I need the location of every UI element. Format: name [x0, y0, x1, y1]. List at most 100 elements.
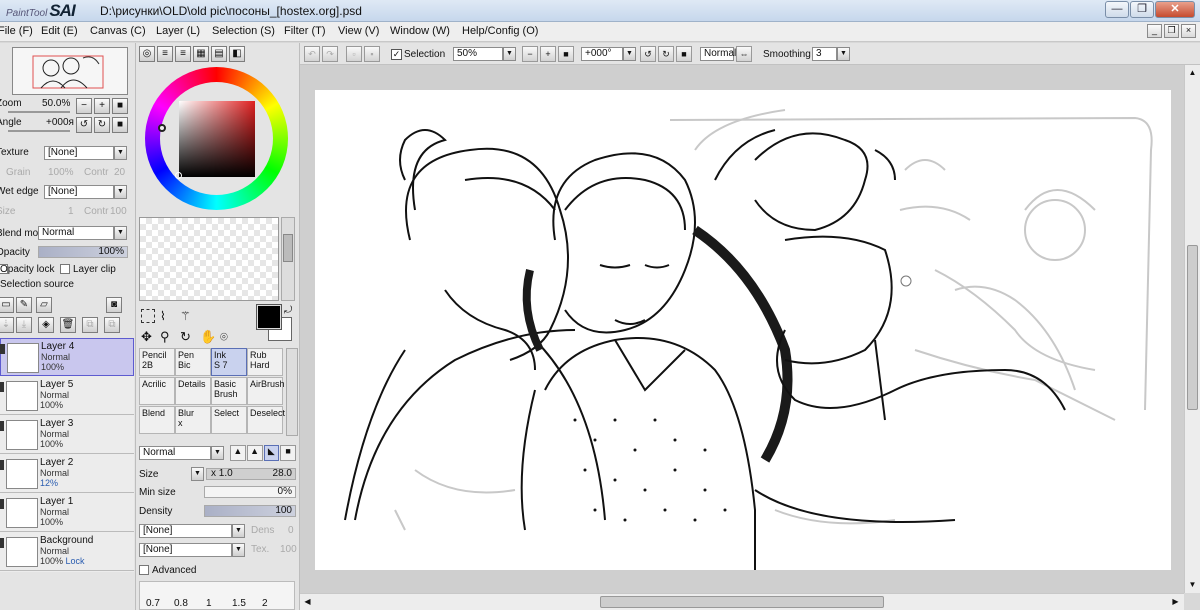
visibility-eye-icon[interactable]: [0, 382, 4, 392]
mdi-restore-icon[interactable]: ❐: [1164, 24, 1179, 38]
wet-edge-dropdown-icon[interactable]: ▼: [114, 185, 127, 199]
transfer-down-icon[interactable]: ⇣: [0, 317, 14, 333]
toolbar-rotate-left-icon[interactable]: ↺: [640, 46, 656, 62]
scroll-up-icon[interactable]: ▲: [1185, 65, 1200, 80]
eyedropper-icon[interactable]: ⌾: [220, 329, 228, 345]
zoom-dropdown-icon[interactable]: ▼: [503, 47, 516, 61]
brush-texture1-dropdown-icon[interactable]: ▼: [232, 524, 245, 538]
menu-file[interactable]: File (F): [0, 25, 33, 37]
shape-medium-icon[interactable]: ▲: [246, 445, 263, 461]
layer-clip-checkbox[interactable]: [60, 264, 70, 274]
color-wheel-mode-icon[interactable]: ◎: [139, 46, 155, 62]
smoothing-select[interactable]: 3: [812, 47, 837, 61]
toolbar-zoom-out-icon[interactable]: −: [522, 46, 538, 62]
size-preset[interactable]: 0.8: [174, 598, 188, 609]
wet-edge-select[interactable]: [None]: [44, 185, 114, 199]
zoom-select[interactable]: 50%: [453, 47, 503, 61]
brush-texture2-select[interactable]: [None]: [139, 543, 232, 557]
angle-select[interactable]: +000°: [581, 47, 623, 61]
magic-wand-icon[interactable]: ⚚: [180, 309, 191, 323]
foreground-color-swatch[interactable]: [256, 304, 282, 330]
scroll-right-icon[interactable]: ▶: [1168, 594, 1183, 609]
brush-texture1-select[interactable]: [None]: [139, 524, 232, 538]
tool-pencil[interactable]: Pencil 2B: [139, 348, 175, 376]
tool-ink[interactable]: Ink S 7: [211, 348, 247, 376]
canvas-horizontal-scrollbar[interactable]: ◀ ▶: [300, 593, 1184, 610]
swatches-mode-icon[interactable]: ▦: [193, 46, 209, 62]
saturation-value-square[interactable]: [179, 101, 255, 177]
toolbar-zoom-reset-icon[interactable]: ■: [558, 46, 574, 62]
brush-mode-select[interactable]: Normal: [139, 446, 211, 460]
scratchpad-scrollbar[interactable]: [281, 217, 295, 301]
tool-deselect[interactable]: Deselect: [247, 406, 285, 434]
navigator-preview[interactable]: [12, 47, 128, 95]
toolbar-zoom-in-icon[interactable]: +: [540, 46, 556, 62]
scroll-down-icon[interactable]: ▼: [1185, 577, 1200, 592]
menu-filter[interactable]: Filter (T): [284, 25, 326, 37]
min-size-slider[interactable]: 0%: [204, 486, 296, 498]
size-multiplier-dropdown-icon[interactable]: ▼: [191, 467, 204, 481]
layer-row[interactable]: Layer 5 Normal 100%: [0, 377, 134, 415]
rotate-right-button[interactable]: ↻: [94, 117, 110, 133]
zoom-slider[interactable]: [8, 111, 70, 113]
angle-dropdown-icon[interactable]: ▼: [623, 47, 636, 61]
tool-select[interactable]: Select: [211, 406, 247, 434]
menu-selection[interactable]: Selection (S): [212, 25, 275, 37]
layer-row[interactable]: Background Normal 100% Lock: [0, 533, 134, 571]
advanced-checkbox[interactable]: [139, 565, 149, 575]
tool-blur[interactable]: Blur x: [175, 406, 211, 434]
menu-help[interactable]: Help/Config (O): [462, 25, 538, 37]
lasso-icon[interactable]: ⌇: [160, 309, 166, 323]
layer-row[interactable]: Layer 2 Normal 12%: [0, 455, 134, 493]
zoom-icon[interactable]: ⚲: [160, 329, 170, 345]
maximize-button[interactable]: ❐: [1130, 1, 1154, 18]
view-blend-select[interactable]: Normal: [700, 47, 736, 61]
merge-down-icon[interactable]: ⤓: [16, 317, 32, 333]
tool-blend[interactable]: Blend: [139, 406, 175, 434]
toolbar-rotate-reset-icon[interactable]: ■: [676, 46, 692, 62]
new-folder-icon[interactable]: ▱: [36, 297, 52, 313]
blend-mode-select[interactable]: Normal: [38, 226, 114, 240]
color-option-icon[interactable]: ◧: [229, 46, 245, 62]
invert-selection-icon[interactable]: ▪: [364, 46, 380, 62]
texture-select[interactable]: [None]: [44, 146, 114, 160]
shape-soft-icon[interactable]: ▲: [230, 445, 246, 461]
layer-row[interactable]: Layer 4 Normal 100%: [0, 338, 134, 376]
hsv-slider-mode-icon[interactable]: ≡: [175, 46, 191, 62]
hand-icon[interactable]: ✋: [200, 329, 216, 345]
drawing-canvas[interactable]: [315, 90, 1171, 570]
tool-eraser[interactable]: Rub Hard: [247, 348, 283, 376]
mdi-minimize-icon[interactable]: _: [1147, 24, 1162, 38]
rotate-left-button[interactable]: ↺: [76, 117, 92, 133]
menu-window[interactable]: Window (W): [390, 25, 450, 37]
rect-select-icon[interactable]: [141, 309, 155, 323]
brush-mode-dropdown-icon[interactable]: ▼: [211, 446, 224, 460]
size-preset[interactable]: 2: [262, 598, 268, 609]
tool-details[interactable]: Details: [175, 377, 211, 405]
size-preset[interactable]: 1.5: [232, 598, 246, 609]
mdi-close-icon[interactable]: ×: [1181, 24, 1196, 38]
flip-view-icon[interactable]: ⇔: [736, 46, 752, 62]
layer-option-icon[interactable]: ⧉: [82, 317, 98, 333]
menu-view[interactable]: View (V): [338, 25, 379, 37]
rotate-reset-button[interactable]: ■: [112, 117, 128, 133]
horizontal-scroll-thumb[interactable]: [600, 596, 884, 608]
color-wheel[interactable]: [145, 67, 288, 210]
size-preset[interactable]: 1: [206, 598, 212, 609]
angle-slider[interactable]: [8, 130, 70, 132]
tool-pen[interactable]: Pen Bic: [175, 348, 211, 376]
toolbar-rotate-right-icon[interactable]: ↻: [658, 46, 674, 62]
visibility-eye-icon[interactable]: [0, 421, 4, 431]
rotate-icon[interactable]: ↻: [180, 329, 191, 345]
new-linework-layer-icon[interactable]: ✎: [16, 297, 32, 313]
zoom-reset-button[interactable]: ■: [112, 98, 128, 114]
scratchpad-mode-icon[interactable]: ▤: [211, 46, 227, 62]
visibility-eye-icon[interactable]: [0, 538, 4, 548]
visibility-eye-icon[interactable]: [0, 499, 4, 509]
vertical-scroll-thumb[interactable]: [1187, 245, 1198, 410]
tool-acrylic[interactable]: Acrilic: [139, 377, 175, 405]
shape-square-icon[interactable]: ■: [280, 445, 296, 461]
delete-layer-icon[interactable]: 🗑: [60, 317, 76, 333]
layer-mask-icon[interactable]: ◙: [106, 297, 122, 313]
swap-colors-icon[interactable]: ⤾: [284, 305, 292, 316]
